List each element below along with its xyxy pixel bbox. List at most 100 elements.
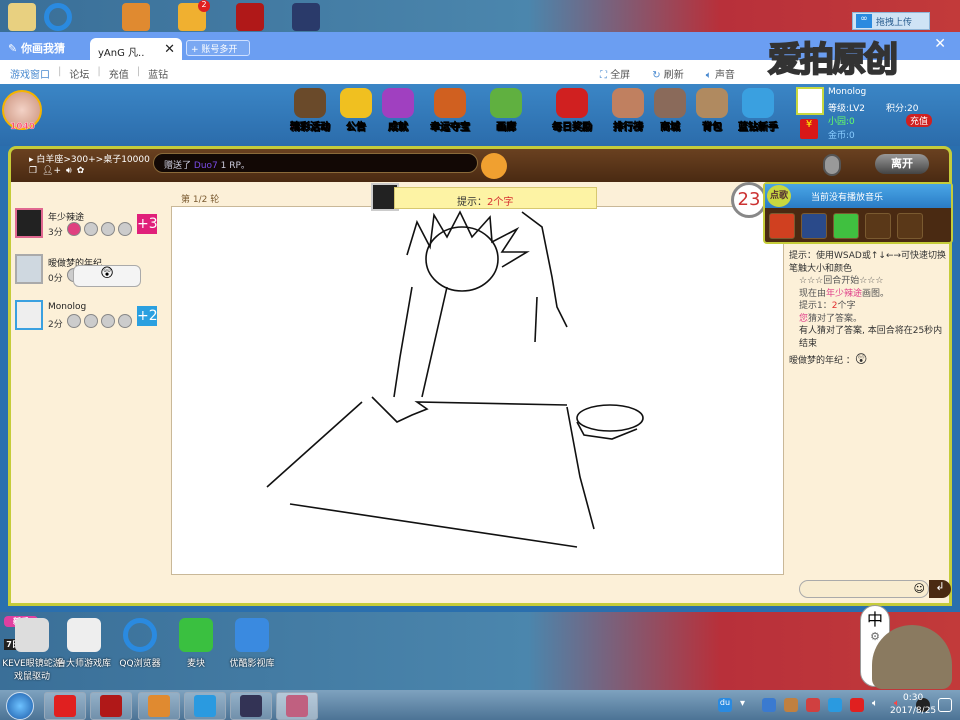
network-icon[interactable]: [938, 698, 952, 712]
menu-gallery[interactable]: 画廊: [480, 88, 532, 133]
game-header: 1040 精彩活动 公告 成就 幸运夺宝 画廊 每日奖励 排行榜 商城 背包 蓝…: [0, 84, 960, 146]
money-bag-icon: [556, 88, 588, 118]
icon-label: 麦块: [186, 659, 205, 669]
chat-text: 猜对了答案。: [808, 313, 863, 324]
menu-backpack[interactable]: 背包: [686, 88, 738, 133]
menu-daily-reward[interactable]: 每日奖励: [546, 88, 598, 133]
ime-mode[interactable]: 中: [867, 610, 883, 629]
tab-game[interactable]: yAnG 凡.. ✕: [90, 38, 182, 60]
chat-log: 提示：使用WSAD或↑↓←→可快速切换笔触大小和颜色 ☆☆☆回合开始☆☆☆ 现在…: [789, 250, 949, 368]
megaphone-icon[interactable]: [481, 153, 507, 179]
close-tab-icon[interactable]: ✕: [164, 42, 175, 57]
profile-avatar[interactable]: [796, 87, 824, 115]
leave-button[interactable]: 离开: [875, 154, 929, 174]
volume-icon[interactable]: 🔈︎: [872, 698, 886, 712]
drag-upload-button[interactable]: ∞ 拖拽上传: [852, 12, 930, 30]
lock-icon[interactable]: [823, 154, 841, 176]
player-row[interactable]: Monolog 2分 +2: [15, 300, 165, 334]
cloud-tray-icon[interactable]: [828, 698, 842, 712]
send-button[interactable]: ↲: [929, 580, 951, 598]
desktop-icon-qq-browser[interactable]: QQ浏览器: [108, 618, 172, 669]
emoji-picker-icon[interactable]: ☺: [914, 582, 925, 595]
notification-badge: 2: [198, 0, 210, 12]
youku-icon: [235, 618, 269, 652]
chat-round-ending: 有人猜对了答案, 本回合将在25秒内结束: [799, 326, 943, 349]
mouse-icon: [15, 618, 49, 652]
taskbar-ni[interactable]: [90, 692, 132, 720]
prop-tire-icon[interactable]: [801, 213, 827, 239]
coins-value: 0: [849, 131, 855, 141]
room-name: ▸ 白羊座>300+>桌子10000: [29, 155, 150, 165]
drawing-canvas[interactable]: [171, 206, 784, 575]
song-request-button[interactable]: 点歌: [767, 185, 791, 207]
menu-achievements[interactable]: 成就: [372, 88, 424, 133]
add-friend-icon[interactable]: 👤︎+: [42, 166, 61, 176]
ni-icon: [100, 695, 122, 717]
building-icon: [654, 88, 686, 118]
window-close-icon[interactable]: ✕: [934, 36, 946, 52]
paw-icon[interactable]: ✿: [77, 166, 85, 176]
cat-icon[interactable]: [101, 314, 115, 328]
helper-tray-icon[interactable]: [784, 698, 798, 712]
refresh-button[interactable]: ↻ 刷新: [652, 66, 684, 81]
start-button[interactable]: [6, 692, 34, 720]
player-avatar: [15, 208, 43, 238]
cat-icon[interactable]: [101, 222, 115, 236]
sketch-hand: [371, 396, 568, 423]
folder-icon[interactable]: [8, 3, 36, 31]
draw-guess-icon: [286, 695, 308, 717]
upload-label: 拖拽上传: [876, 17, 913, 28]
nav-bar: 游戏窗口 | 论坛 | 充值 | 蓝钻 ⛶ 全屏 ↻ 刷新 🔈︎ 声音: [0, 60, 960, 84]
ni-game-icon[interactable]: [236, 3, 264, 31]
sound-button[interactable]: 🔈︎ 声音: [706, 66, 735, 81]
desktop-icon-maikuai[interactable]: 麦块: [164, 618, 228, 669]
baidu-ime-icon[interactable]: du: [718, 698, 732, 712]
note-icon[interactable]: [84, 222, 98, 236]
profile-card: ¥ Monolog 等级:LV2 积分:20 小园:0 充值 金币:0: [796, 87, 946, 143]
menu-lucky-draw[interactable]: 幸运夺宝: [424, 88, 476, 133]
car-icon[interactable]: [118, 314, 132, 328]
qq-game-tray-icon[interactable]: [806, 698, 820, 712]
red-packet-icon[interactable]: ¥: [800, 119, 818, 139]
chat-speaker: 暧做梦的年纪 ：: [789, 356, 855, 366]
taskbar-netease-music[interactable]: [44, 692, 86, 720]
player-row[interactable]: 暧做梦的年纪 0分 😲: [15, 254, 165, 288]
prop-face-icon[interactable]: [769, 213, 795, 239]
multi-account-tab[interactable]: + 账号多开: [186, 40, 250, 56]
desktop-icon-ludashi[interactable]: 鲁大师游戏库: [52, 618, 116, 669]
app-window: ✎ 你画我猜 yAnG 凡.. ✕ + 账号多开 爱拍原创 ✕ 游戏窗口 | 论坛 |…: [0, 32, 960, 650]
nav-recharge[interactable]: 充值: [109, 66, 129, 81]
icon-label: 鲁大师游戏库: [56, 659, 111, 669]
desktop-icon-youku[interactable]: 优酷影视库: [220, 618, 284, 669]
clock[interactable]: 0:30 2017/8/25: [890, 692, 936, 718]
security-icon[interactable]: [762, 698, 776, 712]
game-badge-icon[interactable]: 2: [178, 0, 210, 31]
taskbar-baidu-cloud[interactable]: [184, 692, 226, 720]
nav-game-window[interactable]: 游戏窗口: [10, 66, 50, 81]
taskbar-game-helper[interactable]: [138, 692, 180, 720]
netease-tray-icon[interactable]: [850, 698, 864, 712]
hint-bar: 提示：2个字: [394, 187, 597, 209]
player-row[interactable]: 年少辣途 3分 +3: [15, 208, 165, 242]
menu-events[interactable]: 精彩活动: [284, 88, 336, 133]
galaxy-game-icon[interactable]: [292, 3, 320, 31]
chat-drawer-name: 年少辣途: [826, 288, 863, 299]
show-hidden-icon[interactable]: ▾: [740, 698, 754, 712]
recharge-button[interactable]: 充值: [906, 114, 933, 127]
fullscreen-button[interactable]: ⛶ 全屏: [600, 66, 630, 81]
nav-forum[interactable]: 论坛: [69, 66, 89, 81]
taskbar-qq-game[interactable]: [230, 692, 272, 720]
note-icon[interactable]: [84, 314, 98, 328]
copy-icon[interactable]: ❐: [29, 166, 37, 176]
nav-blue-diamond[interactable]: 蓝钻: [148, 66, 168, 81]
heart-icon[interactable]: [67, 314, 81, 328]
qq-browser-icon[interactable]: [44, 3, 72, 31]
chat-input[interactable]: ☺: [799, 580, 929, 598]
car-icon[interactable]: [118, 222, 132, 236]
heart-icon[interactable]: [67, 222, 81, 236]
speaker-icon[interactable]: 🔊︎: [66, 166, 72, 176]
prop-gem-icon[interactable]: [833, 213, 859, 239]
game-helper-icon[interactable]: [122, 3, 150, 31]
menu-blue-diamond-newbie[interactable]: 蓝钻新手: [732, 88, 784, 133]
taskbar-draw-guess[interactable]: [276, 692, 318, 720]
